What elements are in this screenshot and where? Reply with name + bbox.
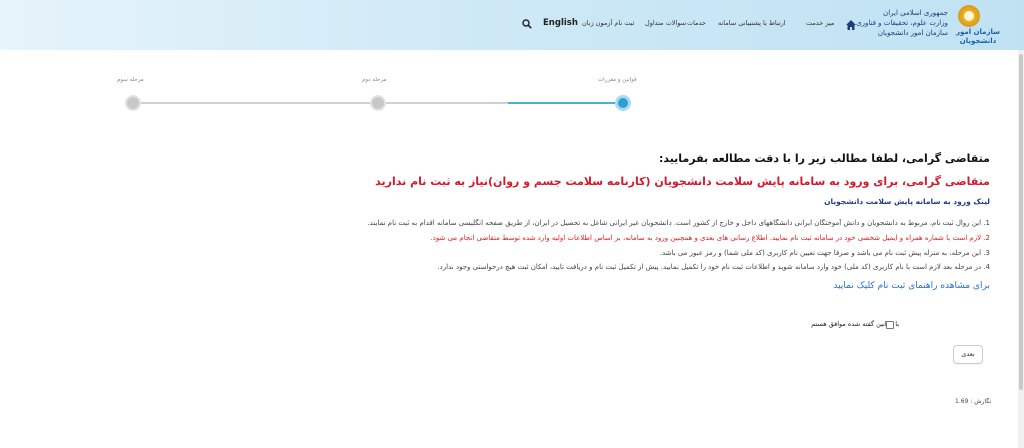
instruction-title: متقاضی گرامی، لطفا مطالب زیر را با دقت م…: [658, 152, 990, 165]
step-2-label: مرحله دوم: [362, 77, 387, 83]
ministry-line-3: سازمان امور دانشجویان: [877, 29, 948, 37]
rule-item-4: 4. در مرحله بعد لازم است با نام کاربری (…: [437, 263, 990, 271]
nav-support[interactable]: ارتباط با پشتیبانی سامانه: [718, 19, 786, 27]
search-icon[interactable]: [522, 19, 532, 29]
next-button[interactable]: بعدی: [953, 345, 983, 364]
top-header: سازمان امور دانشجویان جمهوری اسلامی ایرا…: [0, 0, 1024, 50]
nav-faq[interactable]: سوالات متداول: [645, 19, 686, 27]
rule-item-1: 1. این روال ثبت نام، مربوط به دانشجویان …: [367, 219, 990, 227]
nav-service-desk[interactable]: میز خدمت: [806, 19, 834, 27]
version-label: نگارش : 1.69: [955, 398, 992, 405]
scrollbar-thumb[interactable]: [1019, 54, 1023, 390]
step-connector-progress: [508, 102, 623, 104]
ministry-line-1: جمهوری اسلامی ایران: [883, 9, 948, 17]
ministry-line-2: وزارت علوم، تحقیقات و فناوری: [856, 19, 948, 27]
ministry-title: جمهوری اسلامی ایران وزارت علوم، تحقیقات …: [856, 8, 948, 38]
step-2-dot: [370, 95, 386, 111]
organization-logo-icon[interactable]: [958, 5, 980, 27]
step-3-label: مرحله سوم: [117, 77, 144, 83]
logo-caption: سازمان امور دانشجویان: [955, 28, 1001, 45]
registration-guide-link[interactable]: برای مشاهده راهنمای ثبت نام کلیک نمایید: [230, 281, 990, 291]
nav-services[interactable]: خدمات: [687, 19, 706, 27]
home-icon[interactable]: [845, 19, 857, 31]
health-system-link[interactable]: لینک ورود به سامانه پایش سلامت دانشجویان: [230, 197, 990, 206]
agree-checkbox[interactable]: [886, 321, 894, 329]
rule-item-3: 3. این مرحله، به منزله پیش ثبت نام می با…: [659, 249, 990, 257]
no-registration-notice: متقاضی گرامی، برای ورود به سامانه پایش س…: [375, 175, 990, 188]
step-connector-1-2a: [378, 102, 508, 104]
step-3-dot: [125, 95, 141, 111]
nav-english[interactable]: English: [543, 18, 578, 28]
rule-item-2: 2. لازم است با شماره همراه و ایمیل شخصی …: [430, 234, 990, 242]
step-1-label: قوانین و مقررات: [598, 77, 637, 83]
step-1-dot: [615, 95, 631, 111]
nav-language-exam[interactable]: ثبت نام آزمون زبان: [582, 19, 634, 27]
step-connector-2-3: [133, 102, 378, 104]
